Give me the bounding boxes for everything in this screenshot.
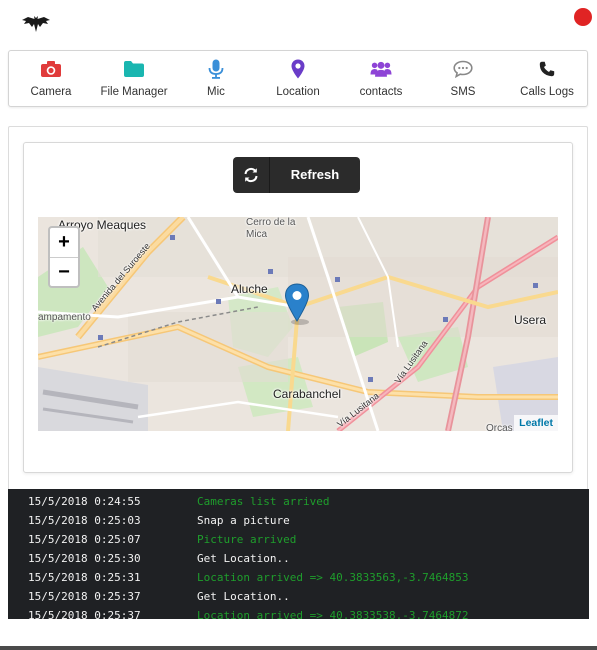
map-label-cerro-de-la-mica: Cerro de la Mica [246, 217, 296, 240]
map-label-usera: Usera [514, 313, 547, 327]
map-label-campamento: ampamento [38, 312, 91, 323]
contacts-label: contacts [359, 86, 403, 98]
calls-logs-button[interactable]: Calls Logs [507, 51, 587, 106]
location-marker-icon[interactable] [284, 283, 310, 325]
bottom-bar [0, 646, 597, 650]
log-timestamp: 15/5/2018 0:25:30 [28, 552, 141, 565]
microphone-icon [205, 59, 227, 79]
map-marker-icon [287, 59, 309, 79]
map-label-orcas: Orcas [486, 423, 513, 431]
log-timestamp: 15/5/2018 0:24:55 [28, 495, 141, 508]
file-manager-button[interactable]: File Manager [95, 51, 173, 106]
bat-logo-icon [22, 14, 50, 34]
log-row: 15/5/2018 0:25:31 Location arrived => 40… [8, 568, 589, 587]
location-label: Location [276, 86, 320, 98]
map-label-carabanchel: Carabanchel [273, 387, 342, 401]
zoom-in-button[interactable]: + [50, 228, 78, 257]
log-timestamp: 15/5/2018 0:25:37 [28, 590, 141, 603]
log-row: 15/5/2018 0:25:37 Location arrived => 40… [8, 606, 589, 619]
contacts-button[interactable]: contacts [342, 51, 420, 106]
zoom-control: + − [48, 226, 80, 288]
refresh-button[interactable]: Refresh [233, 157, 360, 193]
folder-icon [123, 59, 145, 79]
location-map[interactable]: Arroyo Meaques Cerro de la Mica Aluche a… [38, 217, 558, 431]
log-message: Get Location.. [197, 590, 290, 603]
users-icon [370, 59, 392, 79]
log-message: Picture arrived [197, 533, 297, 546]
log-timestamp: 15/5/2018 0:25:07 [28, 533, 141, 546]
mic-button[interactable]: Mic [177, 51, 255, 106]
status-indicator [574, 8, 592, 26]
log-row: 15/5/2018 0:25:37 Get Location.. [8, 587, 589, 606]
camera-icon [40, 59, 62, 79]
log-message: Get Location.. [197, 552, 290, 565]
log-row: 15/5/2018 0:25:30 Get Location.. [8, 549, 589, 568]
comment-icon [452, 59, 474, 79]
calls-logs-label: Calls Logs [520, 86, 574, 98]
log-row: 15/5/2018 0:24:55 Cameras list arrived [8, 492, 589, 511]
file-manager-label: File Manager [100, 86, 168, 98]
phone-icon [536, 59, 558, 79]
log-message: Cameras list arrived [197, 495, 330, 508]
map-label-aluche: Aluche [231, 282, 268, 296]
camera-label: Camera [30, 86, 72, 98]
feature-toolbar: Camera File Manager Mic Location contact… [8, 50, 588, 107]
refresh-label: Refresh [290, 167, 340, 182]
activity-log: 15/5/2018 0:24:55 Cameras list arrived 1… [8, 489, 589, 619]
log-timestamp: 15/5/2018 0:25:31 [28, 571, 141, 584]
location-button[interactable]: Location [259, 51, 337, 106]
log-message: Location arrived => 40.3833538,-3.746487… [197, 609, 469, 619]
mic-label: Mic [207, 86, 225, 98]
sms-label: SMS [450, 86, 476, 98]
zoom-out-button[interactable]: − [50, 257, 78, 286]
log-message: Snap a picture [197, 514, 290, 527]
log-message: Location arrived => 40.3833563,-3.746485… [197, 571, 469, 584]
log-row: 15/5/2018 0:25:07 Picture arrived [8, 530, 589, 549]
log-row: 15/5/2018 0:25:03 Snap a picture [8, 511, 589, 530]
camera-button[interactable]: Camera [12, 51, 90, 106]
log-timestamp: 15/5/2018 0:25:03 [28, 514, 141, 527]
leaflet-attribution-link[interactable]: Leaflet [514, 415, 558, 431]
sms-button[interactable]: SMS [424, 51, 502, 106]
log-timestamp: 15/5/2018 0:25:37 [28, 609, 141, 619]
refresh-icon [243, 167, 259, 183]
